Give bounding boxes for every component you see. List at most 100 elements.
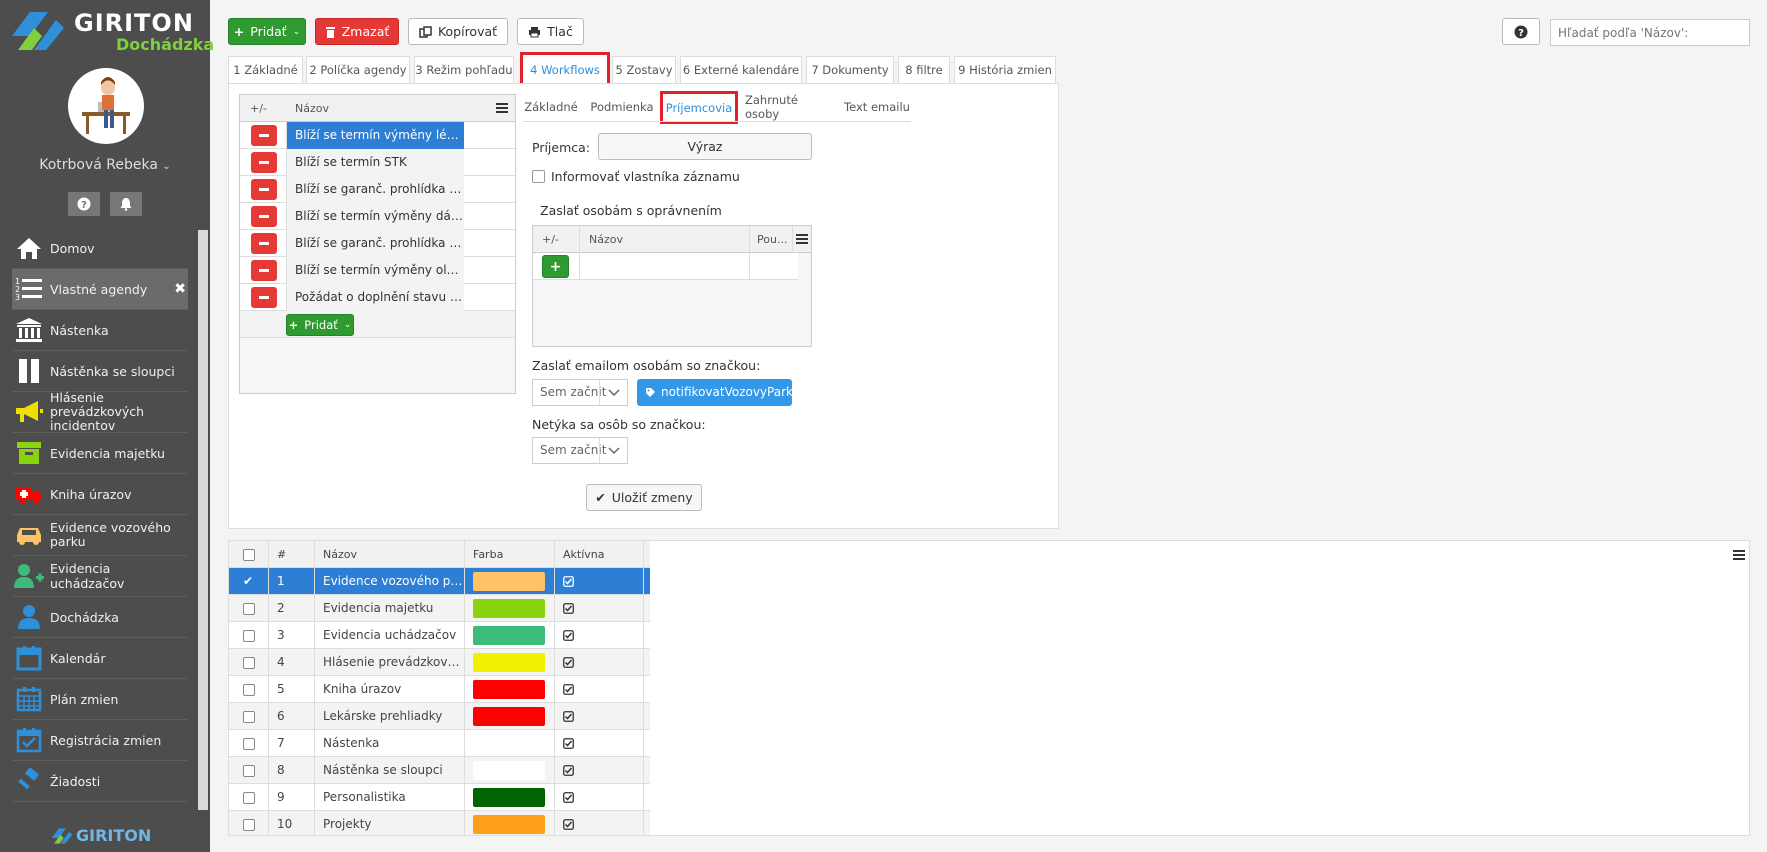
table-row[interactable]: 2 Evidencia majetku xyxy=(229,595,650,622)
notifications-button[interactable] xyxy=(110,192,142,216)
row-checkbox[interactable] xyxy=(243,792,255,804)
row-checkbox[interactable] xyxy=(243,711,255,723)
menu-icon[interactable] xyxy=(496,103,508,113)
row-checkbox[interactable] xyxy=(243,657,255,669)
sidebar-item-evidencia-uchadzacov[interactable]: Evidencia uchádzačov xyxy=(12,556,188,597)
print-button[interactable]: Tlač xyxy=(517,18,584,45)
tab-externe-kalendare[interactable]: 6 Externé kalendáre xyxy=(680,56,802,83)
subtab-podmienka[interactable]: Podmienka xyxy=(589,94,655,120)
table-row[interactable]: 5 Kniha úrazov xyxy=(229,676,650,703)
row-checkbox[interactable] xyxy=(243,603,255,615)
sidebar-item-nastenka-se-sloupci[interactable]: Nástěnka se sloupci xyxy=(12,351,188,392)
subtab-zakladne[interactable]: Základné xyxy=(523,94,579,120)
close-icon[interactable]: ✖ xyxy=(174,281,186,297)
sidebar-item-nastenka[interactable]: Nástenka xyxy=(12,310,188,351)
table-row[interactable]: 7 Nástenka xyxy=(229,730,650,757)
sidebar-item-hlasenie-incidentov[interactable]: Hlásenie prevádzkových incidentov xyxy=(12,391,188,433)
table-row[interactable]: 10 Projekty xyxy=(229,811,650,835)
sidebar-item-dochadzka[interactable]: Dochádzka xyxy=(12,597,188,638)
tab-workflows[interactable]: 4 Workflows xyxy=(520,52,610,87)
check-icon[interactable]: ✔ xyxy=(243,568,253,595)
inform-owner-checkbox[interactable] xyxy=(532,170,545,183)
table-row[interactable]: 8 Nástěnka se sloupci xyxy=(229,757,650,784)
checked-box-icon[interactable] xyxy=(563,630,574,641)
help-button[interactable]: ? xyxy=(1502,18,1540,45)
sidebar-item-kniha-urazov[interactable]: Kniha úrazov xyxy=(12,474,188,515)
tab-rezim-pohladu[interactable]: 3 Režim pohľadu xyxy=(414,56,514,83)
workflow-row[interactable]: Blíží se termín výměny lékárničky xyxy=(240,122,515,149)
sidebar-item-evidence-vozoveho-parku[interactable]: Evidence vozového parku xyxy=(12,515,188,556)
checked-box-icon[interactable] xyxy=(563,792,574,803)
checked-box-icon[interactable] xyxy=(563,765,574,776)
sidebar-item-ziadosti[interactable]: Žiadosti xyxy=(12,761,188,802)
sidebar-item-kalendar[interactable]: Kalendár xyxy=(12,638,188,679)
sidebar-item-evidencia-majetku[interactable]: Evidencia majetku xyxy=(12,433,188,474)
subtab-zahrnute-osoby[interactable]: Zahrnuté osoby xyxy=(745,93,833,121)
send-tag-select[interactable]: Sem začnit xyxy=(532,379,628,406)
table-row[interactable]: ✔ 1 Evidence vozového parku xyxy=(229,568,650,595)
inform-owner-label: Informovať vlastníka záznamu xyxy=(551,169,740,184)
table-row[interactable]: 3 Evidencia uchádzačov xyxy=(229,622,650,649)
sidebar-item-domov[interactable]: Domov xyxy=(12,228,188,269)
tab-dokumenty[interactable]: 7 Dokumenty xyxy=(806,56,894,83)
select-all-checkbox[interactable] xyxy=(243,549,255,561)
tab-zostavy[interactable]: 5 Zostavy xyxy=(612,56,676,83)
sidebar-scrollbar[interactable] xyxy=(198,230,208,810)
row-checkbox[interactable] xyxy=(243,819,255,831)
sidebar-item-plan-zmien[interactable]: Plán zmien xyxy=(12,679,188,720)
table-header: # Názov Farba Aktívna xyxy=(229,541,650,568)
subtab-text-emailu[interactable]: Text emailu xyxy=(843,94,911,120)
row-checkbox[interactable] xyxy=(243,738,255,750)
app-logo[interactable]: GIRITON Dochádzka xyxy=(0,0,214,60)
tag-chip[interactable]: notifikovatVozovyPark xyxy=(637,379,793,406)
add-button[interactable]: + Pridať ⌄ xyxy=(228,18,306,45)
remove-button[interactable] xyxy=(251,125,277,146)
checked-box-icon[interactable] xyxy=(563,603,574,614)
chevron-down-icon: ⌄ xyxy=(343,320,352,330)
row-checkbox[interactable] xyxy=(243,630,255,642)
tab-zakladne[interactable]: 1 Základné xyxy=(228,56,303,83)
workflow-row[interactable]: Blíží se termín výměny dálniční známky xyxy=(240,203,515,230)
workflow-row[interactable]: Blíží se termín STK xyxy=(240,149,515,176)
menu-icon[interactable] xyxy=(796,234,808,244)
table-row[interactable]: 9 Personalistika xyxy=(229,784,650,811)
table-row[interactable]: 4Hlásenie prevádzkových incidentov xyxy=(229,649,650,676)
add-workflow-button[interactable]: + Pridať ⌄ xyxy=(286,314,354,336)
checked-box-icon[interactable] xyxy=(563,576,574,587)
workflow-row[interactable]: Požádat o doplnění stavu tachometru xyxy=(240,284,515,311)
remove-button[interactable] xyxy=(251,206,277,227)
exclude-tag-select[interactable]: Sem začnit xyxy=(532,437,628,464)
workflow-row[interactable]: Blíží se garanč. prohlídka vozidla xyxy=(240,230,515,257)
remove-button[interactable] xyxy=(251,179,277,200)
row-checkbox[interactable] xyxy=(243,684,255,696)
remove-button[interactable] xyxy=(251,287,277,308)
copy-button[interactable]: Kopírovať xyxy=(408,18,508,45)
tab-policka-agendy[interactable]: 2 Políčka agendy xyxy=(306,56,410,83)
checked-box-icon[interactable] xyxy=(563,684,574,695)
checked-box-icon[interactable] xyxy=(563,711,574,722)
workflow-row[interactable]: Blíží se garanč. prohlídka vozidla xyxy=(240,176,515,203)
add-permission-button[interactable]: + xyxy=(542,255,569,278)
search-input[interactable] xyxy=(1550,19,1750,46)
checked-box-icon[interactable] xyxy=(563,738,574,749)
subtab-prijemcovia[interactable]: Príjemcovia xyxy=(660,91,738,124)
workflow-row[interactable]: Blíží se termín výměny oleje xyxy=(240,257,515,284)
user-name[interactable]: Kotrbová Rebeka ⌄ xyxy=(0,157,210,173)
checked-box-icon[interactable] xyxy=(563,819,574,830)
expression-button[interactable]: Výraz xyxy=(598,133,812,160)
menu-icon[interactable] xyxy=(1733,550,1745,560)
checked-box-icon[interactable] xyxy=(563,657,574,668)
help-button[interactable]: ? xyxy=(68,192,100,216)
remove-button[interactable] xyxy=(251,260,277,281)
save-button[interactable]: ✔ Uložiť zmeny xyxy=(586,484,702,511)
tab-historia-zmien[interactable]: 9 História zmien xyxy=(954,56,1056,83)
delete-button[interactable]: Zmazať xyxy=(315,18,399,45)
remove-button[interactable] xyxy=(251,233,277,254)
sidebar-item-registracia-zmien[interactable]: Registrácia zmien xyxy=(12,720,188,761)
avatar[interactable] xyxy=(68,68,144,144)
remove-button[interactable] xyxy=(251,152,277,173)
row-checkbox[interactable] xyxy=(243,765,255,777)
tab-filtre[interactable]: 8 filtre xyxy=(898,56,950,83)
table-row[interactable]: 6 Lekárske prehliadky xyxy=(229,703,650,730)
sidebar-item-vlastne-agendy[interactable]: 123 Vlastné agendy ✖ xyxy=(12,269,188,310)
